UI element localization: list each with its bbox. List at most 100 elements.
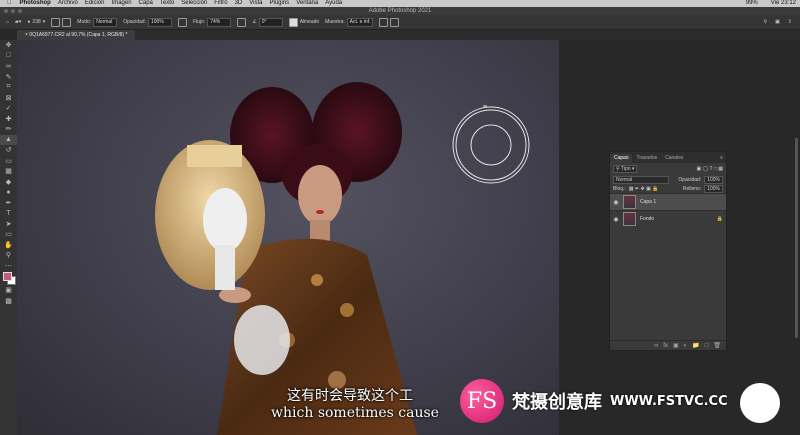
brush-size: 238	[32, 19, 41, 25]
eraser-tool-icon[interactable]: ▭	[0, 156, 17, 167]
lock-icon: 🔒	[716, 216, 723, 222]
menu-seleccion[interactable]: Selección	[181, 0, 207, 7]
zoom-tool-icon[interactable]: ⚲	[0, 250, 17, 261]
edit-toolbar-icon[interactable]: ⋯	[0, 261, 17, 272]
share-icon[interactable]: ⇪	[788, 19, 792, 25]
tab-capas[interactable]: Capas	[610, 154, 633, 163]
clone-stamp-tool-preset[interactable]: ▰▾	[15, 19, 21, 25]
flow-field[interactable]: 74%	[207, 17, 232, 27]
opacity-label: Opacidad:	[678, 176, 702, 183]
menu-texto[interactable]: Texto	[160, 0, 174, 7]
menu-imagen[interactable]: Imagen	[112, 0, 132, 7]
crop-tool-icon[interactable]: ⌗	[0, 82, 17, 93]
ignore-adjustment-icon[interactable]	[379, 17, 389, 27]
visibility-eye-icon[interactable]: ◉	[613, 216, 619, 223]
dodge-tool-icon[interactable]: ●	[0, 187, 17, 198]
opacity-field[interactable]: 100%	[147, 17, 172, 27]
document-tab-label: 0Q1A6977.CR2 al 90,7% (Capa 1, RGB/8) *	[29, 32, 128, 38]
pressure-opacity-icon[interactable]	[177, 17, 187, 27]
angle-field[interactable]: 0°	[258, 17, 283, 27]
sample-select[interactable]: Act. e inf.	[346, 17, 374, 27]
layer-row-fondo[interactable]: ◉ Fondo 🔒	[610, 210, 726, 227]
angle-icon: ∠	[252, 19, 257, 25]
group-icon[interactable]: 📁	[692, 342, 699, 349]
app-menu[interactable]: Photoshop	[20, 0, 51, 7]
canvas-area[interactable]: Capas Trazados Canales ≡ ⚲ Tipo ▾ ▣ ◯ T …	[17, 40, 800, 435]
fx-icon[interactable]: fx	[663, 343, 668, 349]
quick-select-tool-icon[interactable]: ✎	[0, 72, 17, 83]
brush-settings-icon[interactable]	[51, 17, 61, 27]
menu-ventana[interactable]: Ventana	[296, 0, 318, 7]
mode-select[interactable]: Normal	[93, 17, 118, 27]
clone-source-icon[interactable]	[62, 17, 72, 27]
history-brush-tool-icon[interactable]: ↺	[0, 145, 17, 156]
panel-menu-icon[interactable]: ≡	[716, 154, 726, 163]
rectangle-tool-icon[interactable]: ▭	[0, 229, 17, 240]
layer-name[interactable]: Capa 1	[640, 199, 656, 205]
menu-filtro[interactable]: Filtro	[214, 0, 227, 7]
menu-archivo[interactable]: Archivo	[58, 0, 78, 7]
pressure-size-icon[interactable]	[390, 17, 400, 27]
color-swatches[interactable]	[0, 271, 17, 285]
path-select-tool-icon[interactable]: ➤	[0, 219, 17, 230]
menu-3d[interactable]: 3D	[235, 0, 243, 7]
type-tool-icon[interactable]: T	[0, 208, 17, 219]
tab-canales[interactable]: Canales	[661, 154, 687, 163]
clone-stamp-tool-icon[interactable]: ▲	[0, 134, 17, 145]
add-mask-icon[interactable]: ▣	[673, 342, 679, 349]
menu-plugins[interactable]: Plugins	[270, 0, 290, 7]
layer-row-capa-1[interactable]: ◉ Capa 1	[610, 193, 726, 210]
aligned-checkbox[interactable]	[288, 17, 298, 27]
menu-ayuda[interactable]: Ayuda	[325, 0, 342, 7]
subtitle-chinese: 这有时会导致这个工	[287, 388, 413, 404]
brush-preset-picker[interactable]: ● 238 ▾	[27, 19, 45, 25]
filter-kind-select[interactable]: ⚲ Tipo ▾	[613, 165, 638, 173]
workspace-icon[interactable]: ▣	[775, 19, 780, 25]
healing-brush-tool-icon[interactable]: ✚	[0, 114, 17, 125]
lock-icons[interactable]: ▦ ✒ ✥ ▣ 🔒	[629, 186, 659, 192]
fill-field[interactable]: 100%	[704, 184, 723, 193]
layer-opacity-field[interactable]: 100%	[704, 175, 723, 184]
menu-capa[interactable]: Capa	[139, 0, 153, 7]
layer-filter-row: ⚲ Tipo ▾ ▣ ◯ T □ ▦	[610, 163, 726, 175]
adjustment-layer-icon[interactable]: ◐	[684, 343, 688, 349]
frame-tool-icon[interactable]: ⊠	[0, 93, 17, 104]
menu-vista[interactable]: Vista	[249, 0, 262, 7]
screen-mode-icon[interactable]: ▩	[0, 296, 17, 307]
document-photo[interactable]	[17, 40, 559, 435]
close-icon[interactable]: ×	[25, 32, 28, 38]
hand-tool-icon[interactable]: ✋	[0, 240, 17, 251]
new-layer-icon[interactable]: □	[705, 343, 709, 349]
search-icon[interactable]: ⚲	[763, 19, 767, 25]
filter-kind-label: Tipo	[620, 166, 631, 172]
visibility-eye-icon[interactable]: ◉	[613, 199, 619, 206]
eyedropper-tool-icon[interactable]: ✓	[0, 103, 17, 114]
document-tab[interactable]: × 0Q1A6977.CR2 al 90,7% (Capa 1, RGB/8) …	[17, 30, 136, 40]
window-title-bar: Adobe Photoshop 2021	[0, 7, 800, 15]
layer-name[interactable]: Fondo	[640, 216, 654, 222]
lace-sleeve	[234, 305, 290, 375]
window-controls[interactable]	[4, 9, 22, 13]
airbrush-icon[interactable]	[237, 17, 247, 27]
gradient-tool-icon[interactable]: ▦	[0, 166, 17, 177]
blend-row: Normal Opacidad: 100%	[610, 175, 726, 184]
blur-tool-icon[interactable]: ◆	[0, 177, 17, 188]
vertical-scrollbar[interactable]	[795, 138, 798, 338]
marquee-tool-icon[interactable]: □	[0, 51, 17, 62]
tab-trazados[interactable]: Trazados	[632, 154, 661, 163]
apple-icon[interactable]: 	[7, 0, 12, 7]
fill-label: Relleno:	[682, 185, 702, 192]
menu-edicion[interactable]: Edición	[85, 0, 105, 7]
filter-icons[interactable]: ▣ ◯ T □ ▦	[697, 166, 724, 172]
home-icon[interactable]: ⌂	[6, 19, 9, 25]
chat-bubble[interactable]	[740, 383, 780, 423]
lasso-tool-icon[interactable]: ∞	[0, 61, 17, 72]
blend-mode-select[interactable]: Normal	[613, 175, 669, 184]
foreground-color-swatch[interactable]	[3, 272, 12, 281]
pen-tool-icon[interactable]: ✒	[0, 198, 17, 209]
brush-tool-icon[interactable]: ✏	[0, 124, 17, 135]
quick-mask-icon[interactable]: ▣	[0, 285, 17, 296]
trash-icon[interactable]: 🗑	[713, 342, 721, 349]
move-tool-icon[interactable]: ✥	[0, 40, 17, 51]
link-layers-icon[interactable]: ∞	[654, 343, 658, 349]
